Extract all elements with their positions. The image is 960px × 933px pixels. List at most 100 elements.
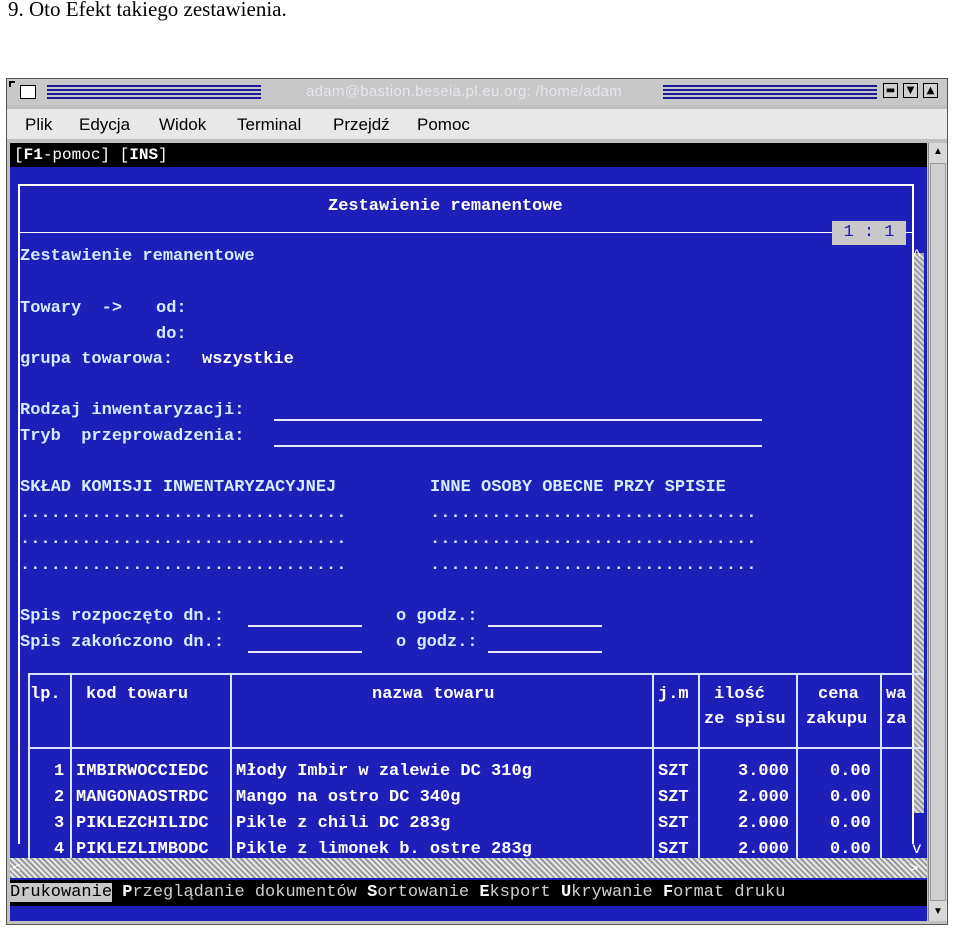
menu-sortowanie-label: ortowanie <box>377 883 480 902</box>
terminal-screen[interactable]: [F1-pomoc] [INS] Zestawienie remanentowe… <box>10 143 927 921</box>
komisja-heading: SKŁAD KOMISJI INWENTARYZACYJNEJ <box>20 478 337 497</box>
window-menu-icon[interactable] <box>20 85 36 99</box>
horizontal-scrollbar[interactable]: < > <box>10 858 927 878</box>
window-title: adam@bastion.beseia.pl.eu.org: /home/ada… <box>305 83 623 100</box>
row-cena: 0.00 <box>830 840 871 859</box>
spis-start-label: Spis rozpoczęto dn.: <box>20 607 225 626</box>
terminal-window: adam@bastion.beseia.pl.eu.org: /home/ada… <box>6 78 948 925</box>
scroll-down-caret: v <box>912 840 922 858</box>
menu-przejdz[interactable]: Przejdź <box>333 115 390 135</box>
scroll-down-arrow-icon[interactable]: ▼ <box>931 905 945 919</box>
menu-przegladanie-label: rzeglądanie dokumentów <box>132 883 368 902</box>
row-nazwa: Pikle z limonek b. ostre 283g <box>236 840 532 859</box>
row-kod: IMBIRWOCCIEDC <box>76 762 209 781</box>
tryb-label: Tryb przeprowadzenia: <box>20 427 245 446</box>
menu-przegladanie[interactable]: Przeglądanie dokumentów <box>122 883 367 902</box>
rodzaj-field[interactable] <box>274 419 762 421</box>
table-header-divider <box>28 747 924 749</box>
shade-button[interactable]: ▲ <box>923 83 938 98</box>
menu-pomoc[interactable]: Pomoc <box>417 115 470 135</box>
hotkey-s: S <box>367 883 378 902</box>
table-col-divider <box>230 673 232 863</box>
ins-indicator: INS <box>129 146 159 164</box>
table-col-divider <box>652 673 654 863</box>
menu-format[interactable]: Format druku <box>663 883 785 902</box>
function-key-bar: Drukowanie Przeglądanie dokumentów Sorto… <box>10 880 927 906</box>
terminal-scrollbar[interactable]: ▲ ▼ <box>928 143 947 921</box>
inne-line-2: ................................ <box>430 530 757 549</box>
table-col-divider <box>698 673 700 863</box>
table-col-divider <box>880 673 882 863</box>
col-header-jm: j.m <box>658 685 689 704</box>
spis-start-godz-label: o godz.: <box>396 607 478 626</box>
menu-widok[interactable]: Widok <box>159 115 206 135</box>
hotkey-u: U <box>560 883 572 902</box>
menu-eksport-label: ksport <box>489 883 561 902</box>
menu-ukrywanie[interactable]: Ukrywanie <box>561 883 663 902</box>
scroll-up-arrow-icon[interactable]: ▲ <box>931 145 945 159</box>
menu-terminal[interactable]: Terminal <box>237 115 301 135</box>
komisja-line-3: ................................ <box>20 556 347 575</box>
report-heading: Zestawienie remanentowe <box>20 247 255 266</box>
od-label: od: <box>156 299 187 318</box>
minimize-button[interactable]: ▬ <box>883 83 898 98</box>
col-header-ilosc-2: ze spisu <box>704 710 786 729</box>
row-cena: 0.00 <box>830 788 871 807</box>
row-cena: 0.00 <box>830 762 871 781</box>
page-caption: 9. Oto Efekt takiego zestawienia. <box>8 0 287 21</box>
title-bar[interactable]: adam@bastion.beseia.pl.eu.org: /home/ada… <box>7 79 947 105</box>
col-header-kod: kod towaru <box>86 685 189 704</box>
row-lp: 3 <box>54 814 65 833</box>
scroll-left-arrow-icon[interactable]: < <box>12 858 26 878</box>
scroll-right-arrow-icon[interactable]: > <box>910 858 924 878</box>
row-jm: SZT <box>658 814 689 833</box>
menu-format-label: ormat druku <box>673 883 786 902</box>
spis-end-date-field[interactable] <box>248 651 362 653</box>
col-header-cena-2: zakupu <box>806 710 868 729</box>
spis-end-label: Spis zakończono dn.: <box>20 633 225 652</box>
scroll-up-caret: ^ <box>912 247 922 265</box>
menu-edycja[interactable]: Edycja <box>79 115 130 135</box>
frame-divider <box>18 232 914 233</box>
komisja-line-2: ................................ <box>20 530 347 549</box>
spis-start-time-field[interactable] <box>488 625 602 627</box>
menu-ukrywanie-label: krywanie <box>571 883 663 902</box>
row-ilosc: 2.000 <box>738 814 790 833</box>
menu-sortowanie[interactable]: Sortowanie <box>367 883 479 902</box>
row-cena: 0.00 <box>830 814 871 833</box>
spis-end-time-field[interactable] <box>488 651 602 653</box>
maximize-button[interactable]: ▼ <box>903 83 918 98</box>
f1-key: F1 <box>23 146 43 164</box>
row-lp: 2 <box>54 788 65 807</box>
scrollbar-thumb[interactable] <box>930 163 946 901</box>
row-ilosc: 2.000 <box>738 840 790 859</box>
row-jm: SZT <box>658 762 689 781</box>
page-indicator: 1 : 1 <box>832 221 906 245</box>
help-label: -pomoc] <box>42 146 111 164</box>
table-col-divider <box>796 673 798 863</box>
hotkey-f: F <box>662 883 674 902</box>
komisja-line-1: ................................ <box>20 504 347 523</box>
spis-start-date-field[interactable] <box>248 625 362 627</box>
spis-end-godz-label: o godz.: <box>396 633 478 652</box>
grupa-label: grupa towarowa: <box>20 350 174 369</box>
titlebar-stripes-left <box>47 85 261 99</box>
row-jm: SZT <box>658 840 689 859</box>
row-nazwa: Mango na ostro DC 340g <box>236 788 461 807</box>
menu-bar: Plik Edycja Widok Terminal Przejdź Pomoc <box>7 109 947 139</box>
tryb-field[interactable] <box>274 445 762 447</box>
do-label: do: <box>156 325 187 344</box>
row-nazwa: Pikle z chili DC 283g <box>236 814 451 833</box>
row-kod: PIKLEZCHILIDC <box>76 814 209 833</box>
row-kod: PIKLEZLIMBODC <box>76 840 209 859</box>
menu-eksport[interactable]: Eksport <box>479 883 561 902</box>
table-col-divider <box>70 673 72 863</box>
menu-drukowanie[interactable]: Drukowanie <box>10 883 113 902</box>
col-header-wartosc-2: za <box>886 710 907 729</box>
row-lp: 1 <box>54 762 65 781</box>
menu-plik[interactable]: Plik <box>25 115 52 135</box>
row-nazwa: Młody Imbir w zalewie DC 310g <box>236 762 532 781</box>
grupa-value: wszystkie <box>202 350 294 369</box>
inne-line-3: ................................ <box>430 556 757 575</box>
col-header-lp: lp. <box>30 685 61 704</box>
